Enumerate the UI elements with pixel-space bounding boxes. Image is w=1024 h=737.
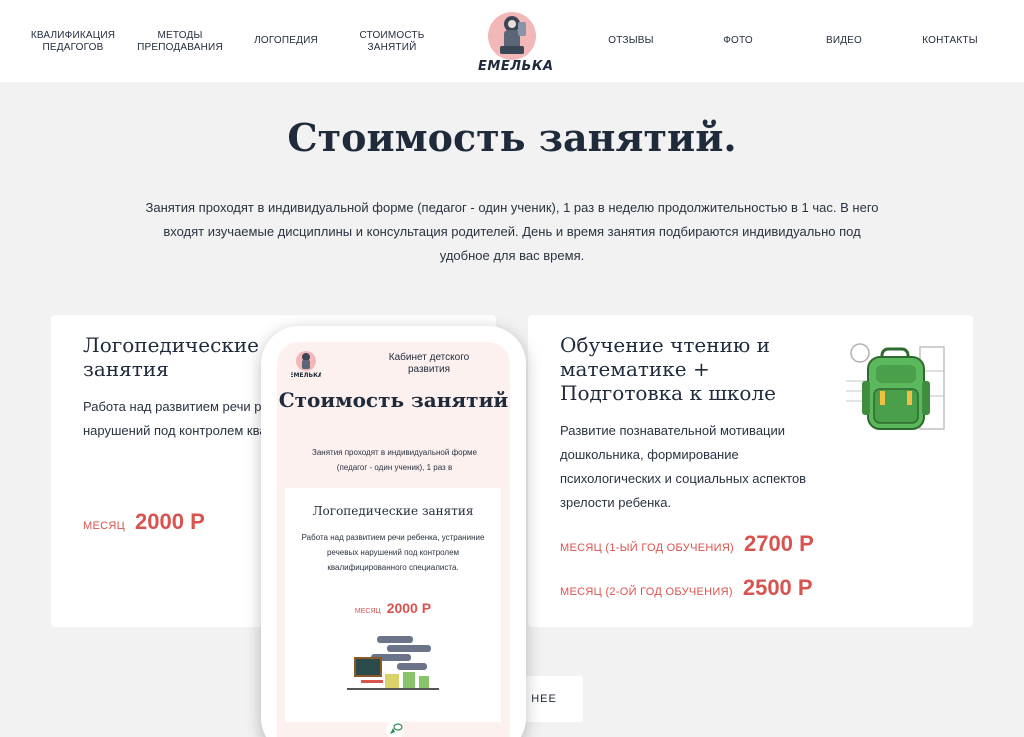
card-description: Развитие познавательной мотивации дошкол… (560, 423, 807, 510)
mobile-card-description: Работа над развитием речи ребенка, устра… (301, 533, 485, 572)
phone-mockup: ЕМЕЛЬКА Кабинет детского развития Стоимо… (261, 326, 526, 737)
mobile-price-value: 2000 Р (386, 600, 432, 616)
nav-pricing[interactable]: СТОИМОСТЬ ЗАНЯТИЙ (337, 30, 447, 54)
mobile-card-title: Логопедические занятия (312, 504, 474, 518)
site-logo[interactable]: ЕМЕЛЬКА (478, 10, 554, 74)
mobile-pricing-card: Логопедические занятия Работа над развит… (285, 488, 501, 722)
nav-photo[interactable]: ФОТО (683, 35, 793, 47)
site-header: КВАЛИФИКАЦИЯ ПЕДАГОГОВ МЕТОДЫ ПРЕПОДАВАН… (0, 0, 1024, 82)
price-row: МЕСЯЦ 2000 Р (83, 509, 205, 535)
chat-icon[interactable] (385, 720, 405, 737)
mobile-subtitle: Кабинет детского развития (388, 352, 470, 375)
price-value: 2700 Р (744, 531, 814, 556)
mobile-logo-icon: ЕМЕЛЬКА (291, 351, 321, 378)
phone-screen: ЕМЕЛЬКА Кабинет детского развития Стоимо… (277, 342, 510, 737)
nav-contacts[interactable]: КОНТАКТЫ (895, 35, 1005, 47)
nav-video[interactable]: ВИДЕО (789, 35, 899, 47)
price-value: 2000 Р (135, 509, 205, 534)
price-row-year2: МЕСЯЦ (2-ОЙ ГОД ОБУЧЕНИЯ) 2500 Р (560, 575, 813, 601)
card-title: Логопедические занятия (83, 333, 259, 381)
mobile-price-row: МЕСЯЦ 2000 Р (285, 600, 501, 616)
mobile-price-label: МЕСЯЦ (354, 608, 381, 615)
logo-mascot-icon (488, 12, 536, 60)
backpack-icon (846, 343, 945, 430)
mobile-page-title: Стоимость занятий (278, 388, 509, 412)
price-label: МЕСЯЦ (1-ЫЙ ГОД ОБУЧЕНИЯ) (560, 542, 735, 554)
page-title: Стоимость занятий. (287, 115, 737, 160)
classroom-illustration-icon (347, 636, 439, 690)
pricing-card-reading: Обучение чтению и математике + Подготовк… (528, 315, 973, 627)
price-row-year1: МЕСЯЦ (1-ЫЙ ГОД ОБУЧЕНИЯ) 2700 Р (560, 531, 814, 557)
price-label: МЕСЯЦ (83, 520, 126, 532)
nav-teachers-qualification[interactable]: КВАЛИФИКАЦИЯ ПЕДАГОГОВ (18, 30, 128, 54)
nav-speech-therapy[interactable]: ЛОГОПЕДИЯ (231, 35, 341, 47)
mobile-logo-text: ЕМЕЛЬКА (291, 372, 321, 378)
nav-reviews[interactable]: ОТЗЫВЫ (576, 35, 686, 47)
intro-text: Занятия проходят в индивидуальной форме … (145, 200, 879, 263)
card-title: Обучение чтению и математике + Подготовк… (560, 333, 776, 405)
price-label: МЕСЯЦ (2-ОЙ ГОД ОБУЧЕНИЯ) (560, 586, 733, 598)
price-value: 2500 Р (742, 575, 813, 600)
nav-teaching-methods[interactable]: МЕТОДЫ ПРЕПОДАВАНИЯ (125, 30, 235, 54)
more-button-label: НЕЕ (531, 693, 557, 705)
logo-text: ЕМЕЛЬКА (478, 59, 554, 74)
mobile-intro-text: Занятия проходят в индивидуальной форме … (312, 448, 477, 472)
